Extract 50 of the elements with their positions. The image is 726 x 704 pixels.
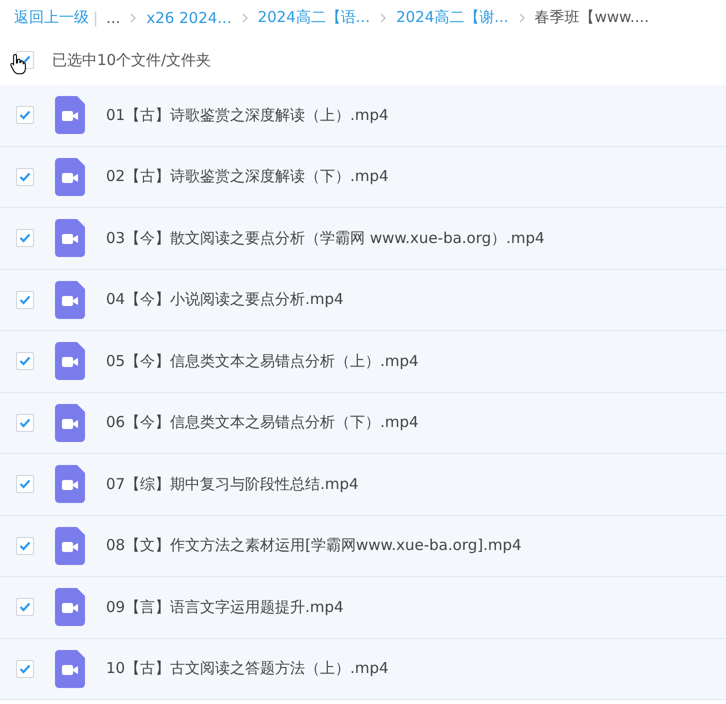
file-name[interactable]: 02【古】诗歌鉴赏之深度解读（下）.mp4	[106, 167, 389, 186]
chevron-icon	[518, 12, 525, 22]
video-file-icon	[55, 158, 85, 196]
video-file-icon	[55, 526, 85, 565]
file-name[interactable]: 07【综】期中复习与阶段性总结.mp4	[106, 474, 359, 494]
file-name[interactable]: 03【今】散文阅读之要点分析（学霸网 www.xue-ba.org）.mp4	[106, 228, 545, 248]
video-file-icon	[55, 280, 85, 319]
checkmark-icon	[19, 479, 31, 490]
checkmark-icon	[19, 664, 31, 674]
hand-cursor-icon	[10, 53, 26, 75]
checkbox[interactable]	[16, 168, 34, 186]
checkbox[interactable]	[16, 229, 34, 248]
checkmark-icon	[19, 172, 31, 182]
file-name[interactable]: 08【文】作文方法之素材运用[学霸网www.xue-ba.org].mp4	[106, 536, 522, 556]
video-file-icon	[55, 588, 85, 626]
checkmark-icon	[19, 55, 31, 65]
chevron-icon	[130, 12, 136, 22]
video-file-icon	[55, 404, 85, 442]
checkmark-icon	[19, 110, 31, 120]
checkbox[interactable]	[16, 475, 34, 494]
checkbox[interactable]	[16, 106, 34, 124]
selection-count: 已选中10个文件/文件夹	[52, 50, 212, 70]
video-file-icon	[55, 465, 85, 504]
checkmark-icon	[19, 294, 31, 305]
checkmark-icon	[19, 602, 31, 612]
file-name[interactable]: 10【古】古文阅读之答题方法（上）.mp4	[106, 659, 389, 678]
checkbox[interactable]	[16, 414, 34, 432]
file-name[interactable]: 06【今】信息类文本之易错点分析（下）.mp4	[106, 413, 419, 432]
file-name[interactable]: 09【言】语言文字运用题提升.mp4	[106, 598, 344, 617]
chevron-icon	[242, 12, 248, 22]
video-file-icon	[55, 650, 85, 688]
video-file-icon	[55, 219, 85, 258]
video-file-icon	[55, 342, 85, 380]
breadcrumb-ellipsis: ...	[106, 8, 120, 26]
chevron-icon	[380, 12, 386, 22]
video-file-icon	[55, 96, 85, 134]
checkmark-icon	[19, 540, 31, 551]
checkbox[interactable]	[16, 536, 34, 555]
checkmark-icon	[19, 356, 31, 366]
file-name[interactable]: 01【古】诗歌鉴赏之深度解读（上）.mp4	[106, 106, 389, 125]
file-name[interactable]: 04【今】小说阅读之要点分析.mp4	[106, 290, 344, 310]
checkbox[interactable]	[16, 598, 34, 616]
checkmark-icon	[19, 233, 31, 244]
file-name[interactable]: 05【今】信息类文本之易错点分析（上）.mp4	[106, 352, 419, 371]
checkbox[interactable]	[16, 660, 34, 678]
checkbox[interactable]	[16, 352, 34, 370]
checkmark-icon	[19, 418, 31, 428]
separator: |	[93, 8, 98, 26]
checkbox[interactable]	[16, 290, 34, 309]
breadcrumb-item[interactable]: 春季班【www....	[534, 8, 650, 27]
